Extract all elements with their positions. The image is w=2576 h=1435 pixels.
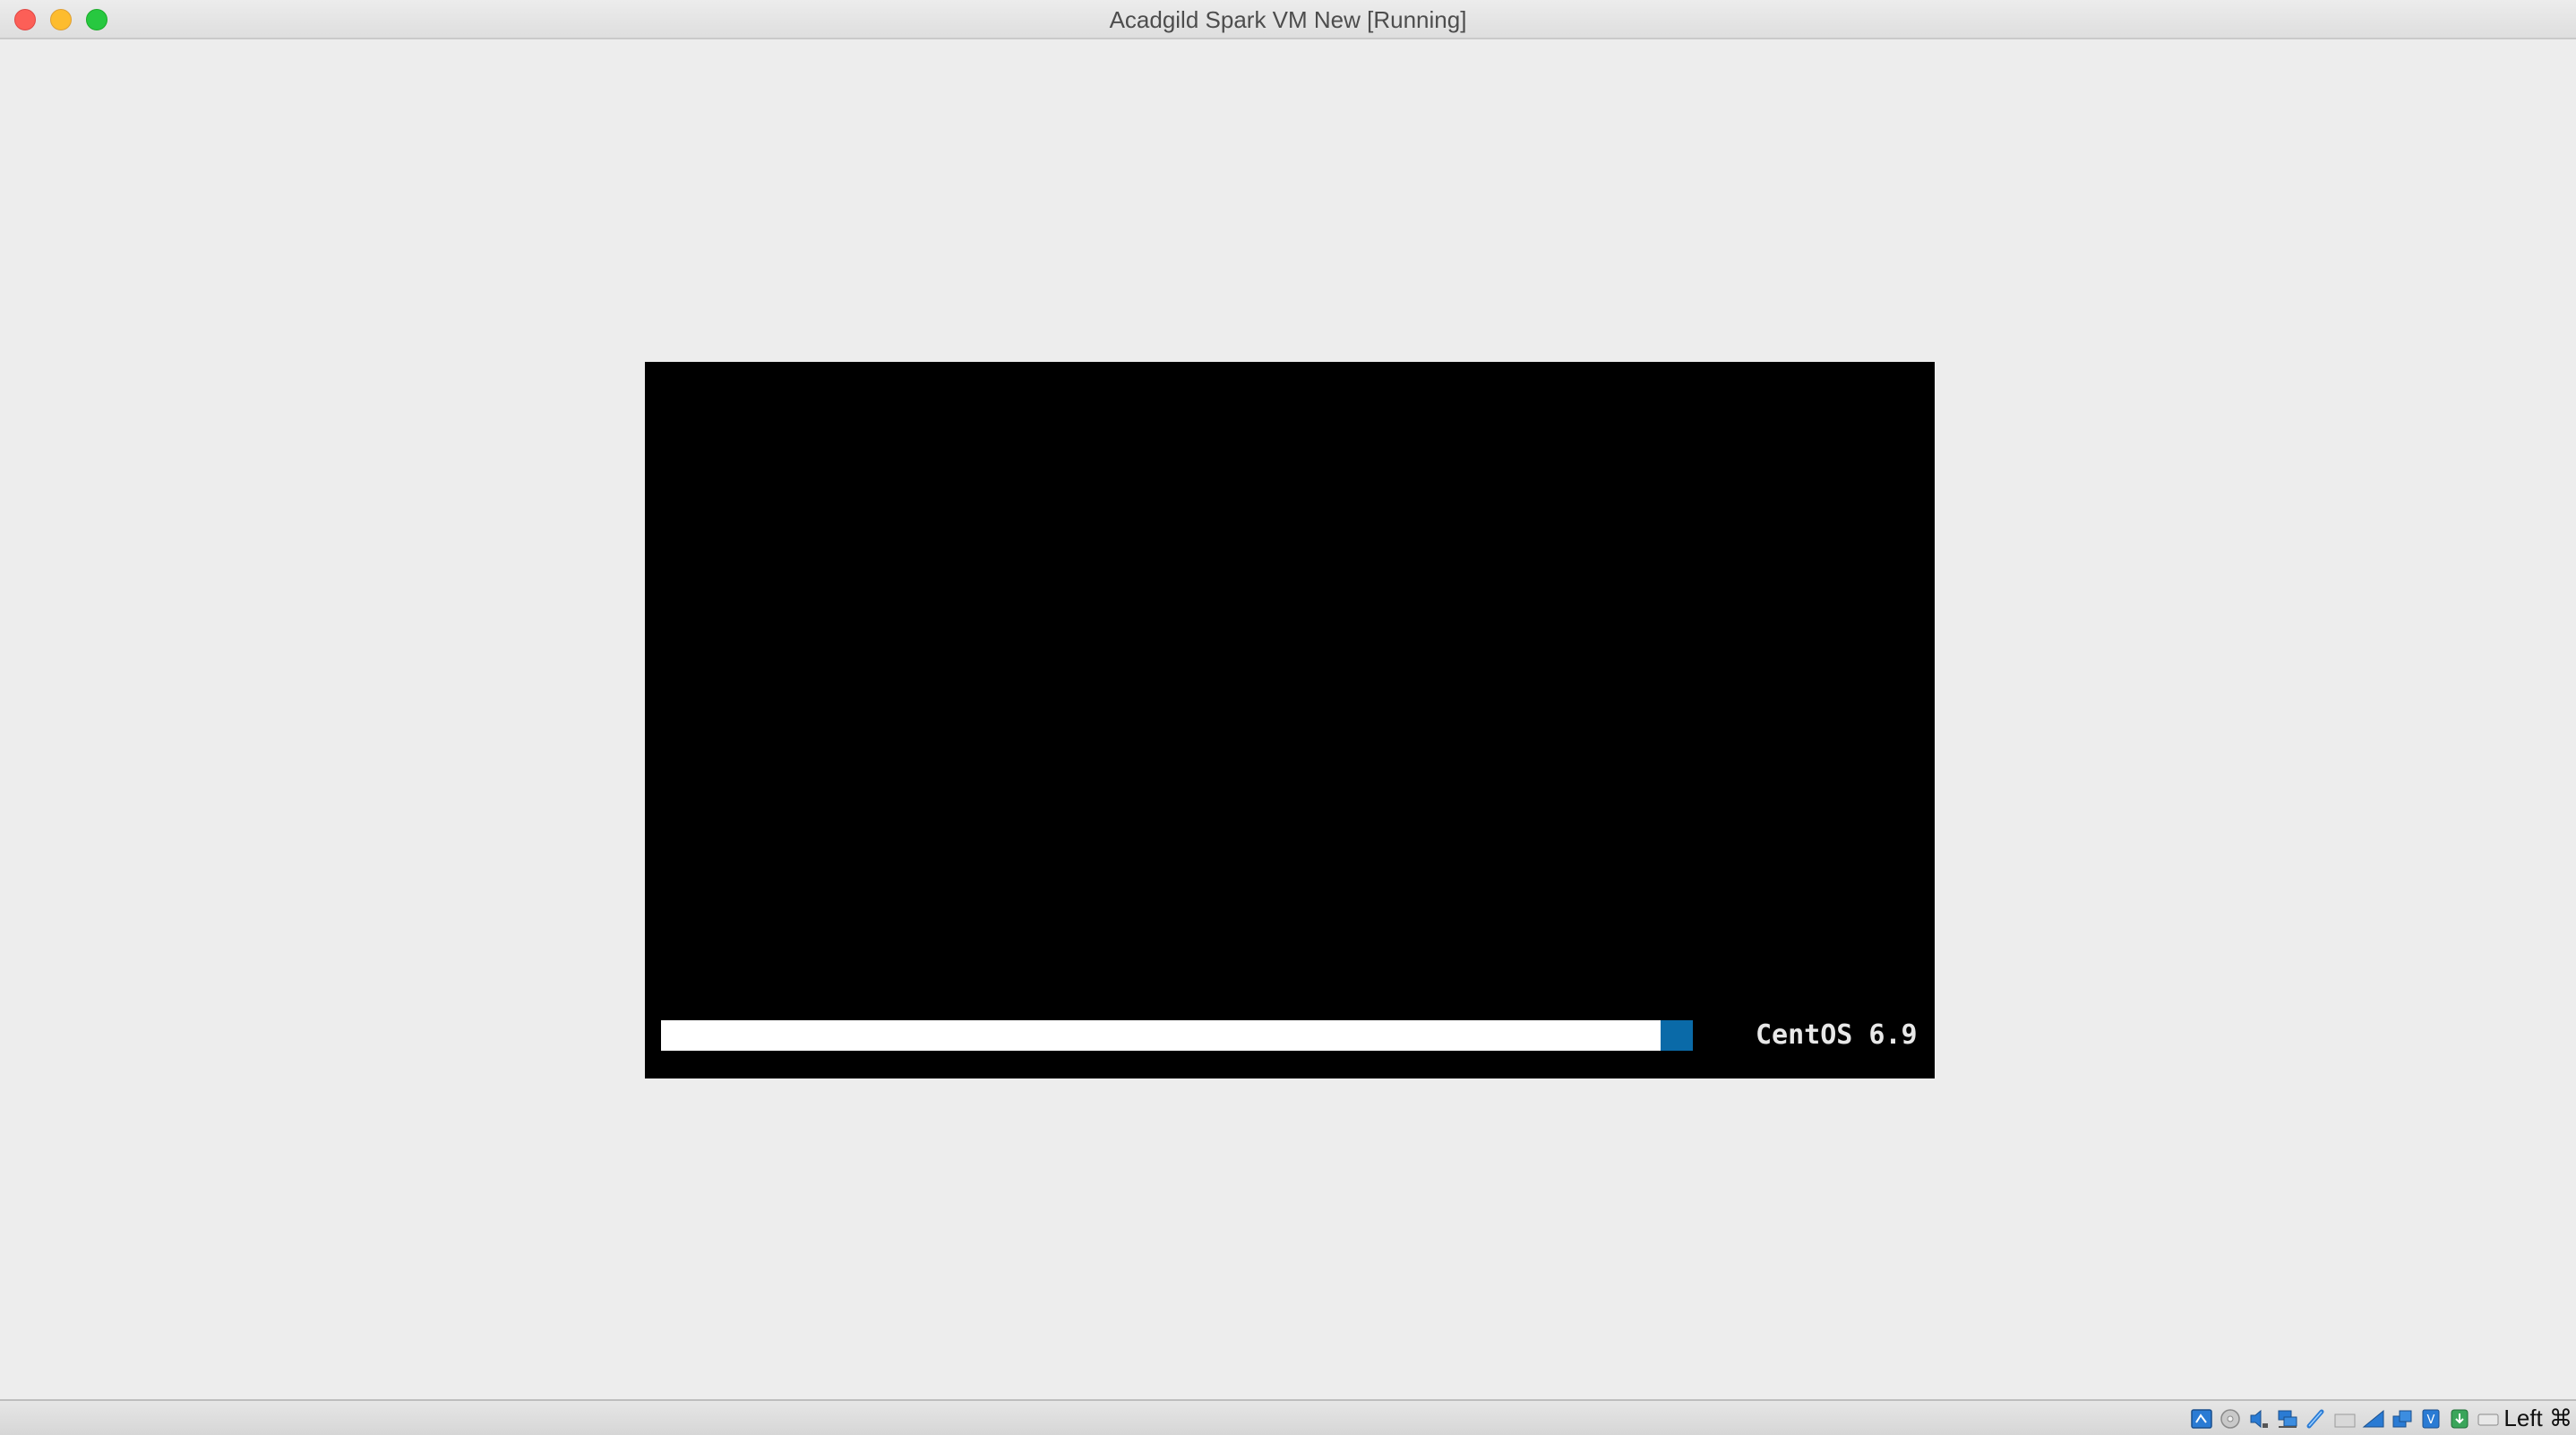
boot-progress-fill [661, 1020, 1661, 1051]
device-status-icons: V [2189, 1406, 2501, 1431]
audio-icon[interactable] [2246, 1406, 2271, 1431]
boot-progress-indicator [1661, 1020, 1693, 1051]
cpu-icon[interactable]: V [2418, 1406, 2443, 1431]
hard-disk-icon[interactable] [2189, 1406, 2214, 1431]
os-version-label: CentOS 6.9 [1756, 1019, 1918, 1051]
keyboard-icon[interactable] [2476, 1406, 2501, 1431]
display-icon[interactable] [2361, 1406, 2386, 1431]
boot-progress-bar [661, 1020, 1725, 1051]
usb-icon[interactable] [2304, 1406, 2329, 1431]
shared-folders-icon[interactable] [2332, 1406, 2357, 1431]
svg-text:V: V [2427, 1414, 2435, 1427]
mouse-integration-icon[interactable] [2447, 1406, 2472, 1431]
vm-display[interactable]: CentOS 6.9 [645, 362, 1935, 1078]
status-bar: V Left ⌘ [0, 1399, 2576, 1435]
vm-window: Acadgild Spark VM New [Running] CentOS 6… [0, 0, 2576, 1435]
optical-drive-icon[interactable] [2218, 1406, 2243, 1431]
network-icon[interactable] [2275, 1406, 2300, 1431]
title-bar[interactable]: Acadgild Spark VM New [Running] [0, 0, 2576, 39]
window-title: Acadgild Spark VM New [Running] [1109, 6, 1467, 33]
host-key-label: Left ⌘ [2503, 1405, 2572, 1431]
video-capture-icon[interactable] [2390, 1406, 2415, 1431]
